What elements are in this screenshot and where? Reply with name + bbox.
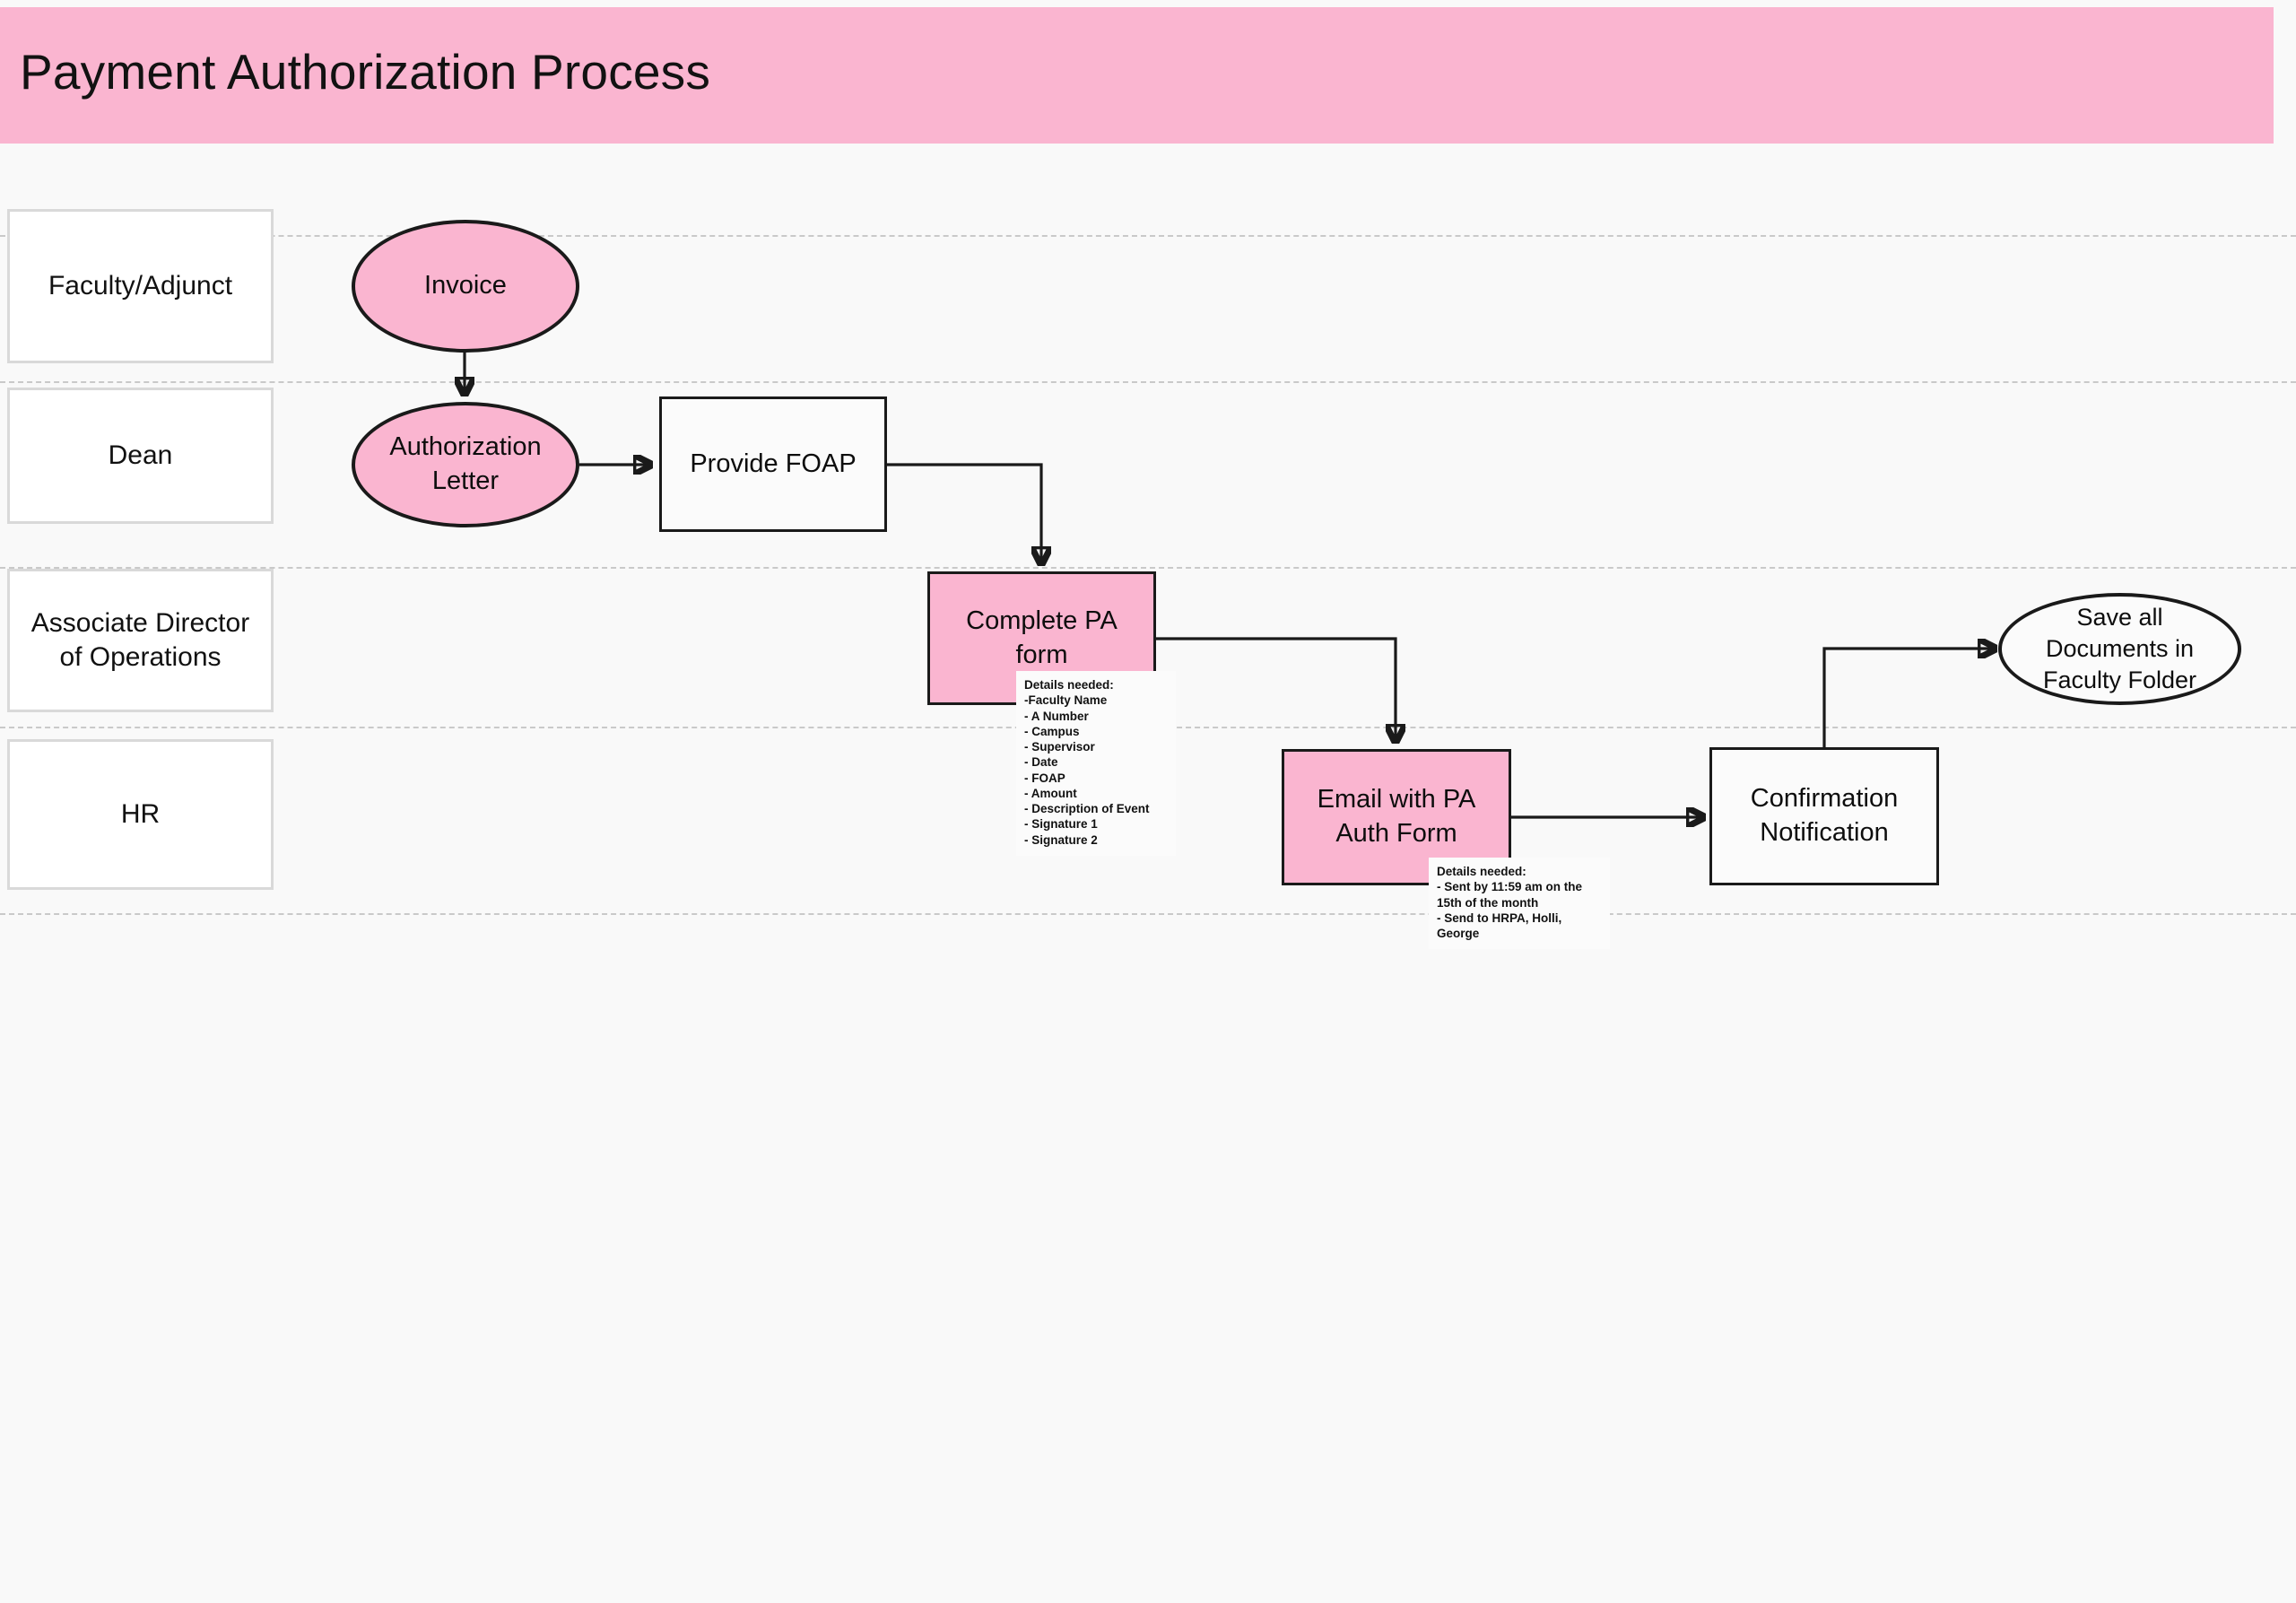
lane-label-associate-director-of-operations: Associate Director of Operations	[7, 569, 274, 712]
node-authorization-letter[interactable]: Authorization Letter	[352, 402, 579, 527]
node-label: Save all Documents in Faculty Folder	[2042, 603, 2197, 694]
page-title: Payment Authorization Process	[20, 44, 711, 100]
node-label: Email with PA Auth Form	[1317, 785, 1476, 848]
node-label: Invoice	[424, 271, 507, 301]
lane-divider-1	[0, 235, 2296, 237]
lane-label-text: Dean	[108, 440, 173, 471]
connector-provide-foap-to-complete-pa-form	[887, 463, 1041, 564]
lane-label-faculty-adjunct: Faculty/Adjunct	[7, 209, 274, 363]
lane-divider-3	[0, 567, 2296, 569]
diagram-canvas: Payment Authorization Process Faculty/Ad…	[0, 0, 2296, 1603]
lane-divider-2	[0, 381, 2296, 383]
node-provide-foap[interactable]: Provide FOAP	[659, 396, 887, 532]
connector-confirmation-notification-to-save-all-documents	[1822, 649, 1996, 747]
node-label: Authorization Letter	[389, 432, 542, 495]
lane-label-text: Associate Director of Operations	[30, 608, 250, 672]
node-label: Complete PA form	[966, 605, 1118, 669]
lane-divider-5	[0, 913, 2296, 915]
node-label: Confirmation Notification	[1750, 784, 1899, 847]
note-pa-form-details: Details needed: -Faculty Name - A Number…	[1016, 671, 1176, 856]
lane-label-dean: Dean	[7, 388, 274, 524]
lane-label-text: HR	[120, 799, 161, 830]
lane-label-hr: HR	[7, 739, 274, 890]
node-save-all-documents[interactable]: Save all Documents in Faculty Folder	[1998, 593, 2241, 705]
node-confirmation-notification[interactable]: Confirmation Notification	[1709, 747, 1939, 885]
node-label: Provide FOAP	[690, 449, 857, 478]
lane-label-text: Faculty/Adjunct	[48, 271, 233, 301]
note-email-details: Details needed: - Sent by 11:59 am on th…	[1429, 858, 1610, 950]
node-invoice[interactable]: Invoice	[352, 220, 579, 353]
